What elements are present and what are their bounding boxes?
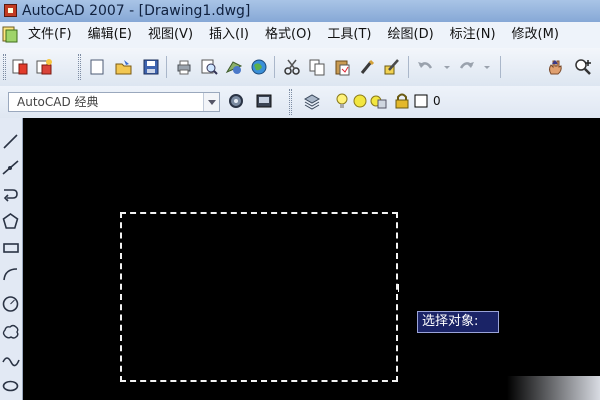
my-workspace-icon[interactable] [255,92,273,110]
chevron-down-icon[interactable] [203,93,219,111]
toolbar-separator [408,56,409,78]
selected-rectangle-object[interactable] [120,212,398,382]
plot-preview-icon[interactable] [200,58,218,76]
layer-lock-icon[interactable] [393,92,411,110]
ellipse-icon[interactable] [1,376,20,395]
menu-tools[interactable]: 工具(T) [319,22,379,48]
zoom-realtime-icon[interactable] [574,58,592,76]
arc-icon[interactable] [1,264,20,283]
polygon-icon[interactable] [1,212,20,231]
open-icon[interactable] [115,58,133,76]
polyline-icon[interactable] [1,184,20,203]
menu-file[interactable]: 文件(F) [24,22,80,48]
rectangle-icon[interactable] [1,238,20,257]
revision-cloud-icon[interactable] [1,322,20,341]
new-sheet-set-icon[interactable] [11,58,29,76]
pan-icon[interactable] [546,58,564,76]
save-icon[interactable] [142,58,160,76]
layer-thaw-sun-icon[interactable] [351,92,369,110]
draw-toolbar [0,118,23,400]
workspaces-layers-toolbar: AutoCAD 经典 0 [0,86,600,119]
web-icon[interactable] [250,58,268,76]
drawing-document-icon[interactable] [2,26,18,43]
menu-bar: 文件(F) 编辑(E) 视图(V) 插入(I) 格式(O) 工具(T) 绘图(D… [0,22,600,49]
cut-icon[interactable] [283,58,301,76]
redo-icon[interactable] [458,58,476,76]
toolbar-separator [274,56,275,78]
workspace-settings-icon[interactable] [227,92,245,110]
cursor-crosshair [398,284,399,292]
paste-icon[interactable] [333,58,351,76]
standard-toolbar [0,48,600,87]
workspace-dropdown[interactable]: AutoCAD 经典 [8,92,220,112]
layer-viewport-icon[interactable] [369,92,387,110]
redo-dropdown-icon[interactable] [478,58,496,76]
menu-edit[interactable]: 编辑(E) [80,22,140,48]
workspace-current: AutoCAD 经典 [17,95,99,109]
undo-icon[interactable] [416,58,434,76]
dynamic-input-tooltip: 选择对象: [417,311,499,333]
copy-icon[interactable] [308,58,326,76]
menu-draw[interactable]: 绘图(D) [380,22,442,48]
menu-format[interactable]: 格式(O) [257,22,319,48]
title-bar: AutoCAD 2007 - [Drawing1.dwg] [0,0,600,22]
menu-modify[interactable]: 修改(M) [504,22,567,48]
menu-insert[interactable]: 插入(I) [201,22,257,48]
circle-icon[interactable] [1,294,20,313]
menu-dimension[interactable]: 标注(N) [442,22,504,48]
construction-line-icon[interactable] [1,158,20,177]
toolbar-grip[interactable] [289,89,292,115]
toolbar-grip[interactable] [78,54,81,80]
toolbar-separator [500,56,501,78]
menu-view[interactable]: 视图(V) [140,22,201,48]
toolbar-separator [166,56,167,78]
layer-properties-icon[interactable] [303,92,321,110]
spline-icon[interactable] [1,350,20,369]
publish-3d-icon[interactable] [225,58,243,76]
window-title: AutoCAD 2007 - [Drawing1.dwg] [22,3,251,19]
autocad-app-icon[interactable] [4,4,17,17]
new-icon[interactable] [88,58,106,76]
drawing-canvas[interactable]: 选择对象: [23,118,600,400]
plot-icon[interactable] [175,58,193,76]
match-properties-icon[interactable] [358,58,376,76]
current-layer-name[interactable]: 0 [433,94,441,108]
toolbar-grip[interactable] [3,54,6,80]
layer-color-swatch-icon[interactable] [414,94,428,108]
line-icon[interactable] [1,132,20,151]
canvas-edge-fade [507,376,600,400]
layer-on-bulb-icon[interactable] [333,92,351,110]
publish-icon[interactable] [35,58,53,76]
block-editor-icon[interactable] [383,58,401,76]
undo-dropdown-icon[interactable] [438,58,456,76]
